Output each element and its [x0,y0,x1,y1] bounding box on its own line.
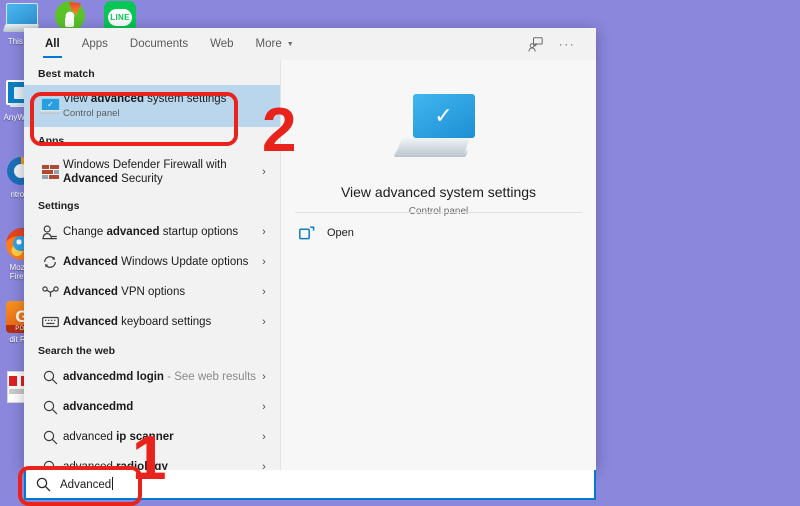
result-item-advanced-windows-update-options[interactable]: Advanced Windows Update options › [24,247,280,277]
search-tab-bar: All Apps Documents Web More ▼ ··· [24,28,596,60]
result-item-advanced-radiology[interactable]: advanced radiology › [24,452,280,470]
result-text-highlight: Advanced [63,316,118,328]
chevron-right-icon[interactable]: › [256,226,272,238]
chevron-down-icon: ▼ [287,41,294,48]
result-text-prefix: advanced [63,461,116,470]
preview-divider [295,212,582,213]
result-text-prefix: View [63,93,91,105]
refresh-icon [37,254,63,270]
section-header-best-match: Best match [24,60,280,85]
section-header-settings: Settings [24,192,280,217]
search-panel-body: Best match ✓ View advanced system settin… [24,60,596,470]
result-text-suffix: startup options [160,226,239,238]
line-logo-text: LINE [108,9,132,26]
result-text-prefix: Change [63,226,106,238]
result-text: advancedmd [63,400,256,414]
feedback-icon[interactable] [526,35,544,53]
result-text-highlight: advancedmd [63,401,133,413]
chevron-right-icon[interactable]: › [256,286,272,298]
search-icon [37,430,63,445]
chevron-right-icon[interactable]: › [256,256,272,268]
monitor-check-icon: ✓ [37,98,63,115]
more-options-icon[interactable]: ··· [558,35,576,53]
chevron-right-icon[interactable]: › [256,401,272,413]
search-icon [37,460,63,471]
section-header-search-the-web: Search the web [24,337,280,362]
result-text-highlight: advanced [91,93,144,105]
result-text-prefix: advanced [63,431,116,443]
account-icon [37,225,63,240]
preview-title: View advanced system settings [281,184,596,200]
chevron-right-icon[interactable]: › [256,431,272,443]
result-text-suffix: Security [118,173,163,185]
tab-label: More [256,38,282,50]
chevron-right-icon[interactable]: › [256,166,272,178]
tab-documents[interactable]: Documents [119,28,199,60]
result-item-advancedmd[interactable]: advancedmd › [24,392,280,422]
result-text: Windows Defender Firewall with Advanced … [63,158,256,186]
result-text-highlight: advancedmd login [63,371,164,383]
result-text: View advanced system settings Control pa… [63,92,272,121]
firewall-icon [37,165,63,180]
result-text: Advanced keyboard settings [63,315,256,329]
windows-search-panel: All Apps Documents Web More ▼ ··· [24,28,596,470]
result-text-suffix: - See web results [164,371,256,383]
text-cursor [112,477,113,490]
toolbar-right: ··· [526,35,586,53]
result-text: advanced radiology [63,460,256,470]
preview-action-label: Open [327,227,354,239]
result-preview-pane: ✓ View advanced system settings Control … [280,60,596,470]
monitor-check-icon: ✓ [393,94,485,168]
preview-action-open[interactable]: Open [295,220,354,246]
result-item-change-advanced-startup-options[interactable]: Change advanced startup options › [24,217,280,247]
result-text-highlight: advanced [106,226,159,238]
result-text: Change advanced startup options [63,225,256,239]
result-text: Advanced Windows Update options [63,255,256,269]
result-text-highlight: radiology [116,461,168,470]
tab-all[interactable]: All [34,28,71,60]
preview-header: ✓ View advanced system settings Control … [281,60,596,217]
tab-web[interactable]: Web [199,28,244,60]
result-text-highlight: ip scanner [116,431,174,443]
result-item-view-advanced-system-settings[interactable]: ✓ View advanced system settings Control … [24,85,280,127]
result-text-suffix: keyboard settings [118,316,211,328]
result-text: Advanced VPN options [63,285,256,299]
search-icon [37,370,63,385]
result-text: advancedmd login - See web results [63,370,256,384]
result-item-advanced-vpn-options[interactable]: Advanced VPN options › [24,277,280,307]
result-item-windows-defender-firewall[interactable]: Windows Defender Firewall with Advanced … [24,152,280,192]
result-text-highlight: Advanced [63,286,118,298]
result-item-advancedmd-login[interactable]: advancedmd login - See web results › [24,362,280,392]
search-icon [37,400,63,415]
chevron-right-icon[interactable]: › [256,461,272,470]
result-item-advanced-ip-scanner[interactable]: advanced ip scanner › [24,422,280,452]
vpn-icon [37,286,63,298]
result-text-suffix: system settings [144,93,226,105]
tab-more[interactable]: More ▼ [245,28,305,60]
result-item-advanced-keyboard-settings[interactable]: Advanced keyboard settings › [24,307,280,337]
tab-label: Documents [130,38,188,50]
result-text: advanced ip scanner [63,430,256,444]
chevron-right-icon[interactable]: › [256,316,272,328]
result-text-suffix: VPN options [118,286,185,298]
result-text-highlight: Advanced [63,173,118,185]
search-results-list: Best match ✓ View advanced system settin… [24,60,280,470]
result-text-highlight: Advanced [63,256,118,268]
result-text-prefix: Windows Defender Firewall with [63,159,227,171]
search-icon [26,477,60,492]
result-text-suffix: Windows Update options [118,256,248,268]
result-subtitle: Control panel [63,107,272,121]
chevron-right-icon[interactable]: › [256,371,272,383]
tab-apps[interactable]: Apps [71,28,119,60]
search-input-value: Advanced [60,479,111,491]
section-header-apps: Apps [24,127,280,152]
keyboard-icon [37,316,63,328]
open-external-icon [299,226,315,240]
taskbar-search-box[interactable]: Advanced [24,470,596,500]
tab-label: Web [210,38,233,50]
tab-label: Apps [82,38,108,50]
search-input[interactable]: Advanced [60,477,113,491]
tab-label: All [45,38,60,50]
